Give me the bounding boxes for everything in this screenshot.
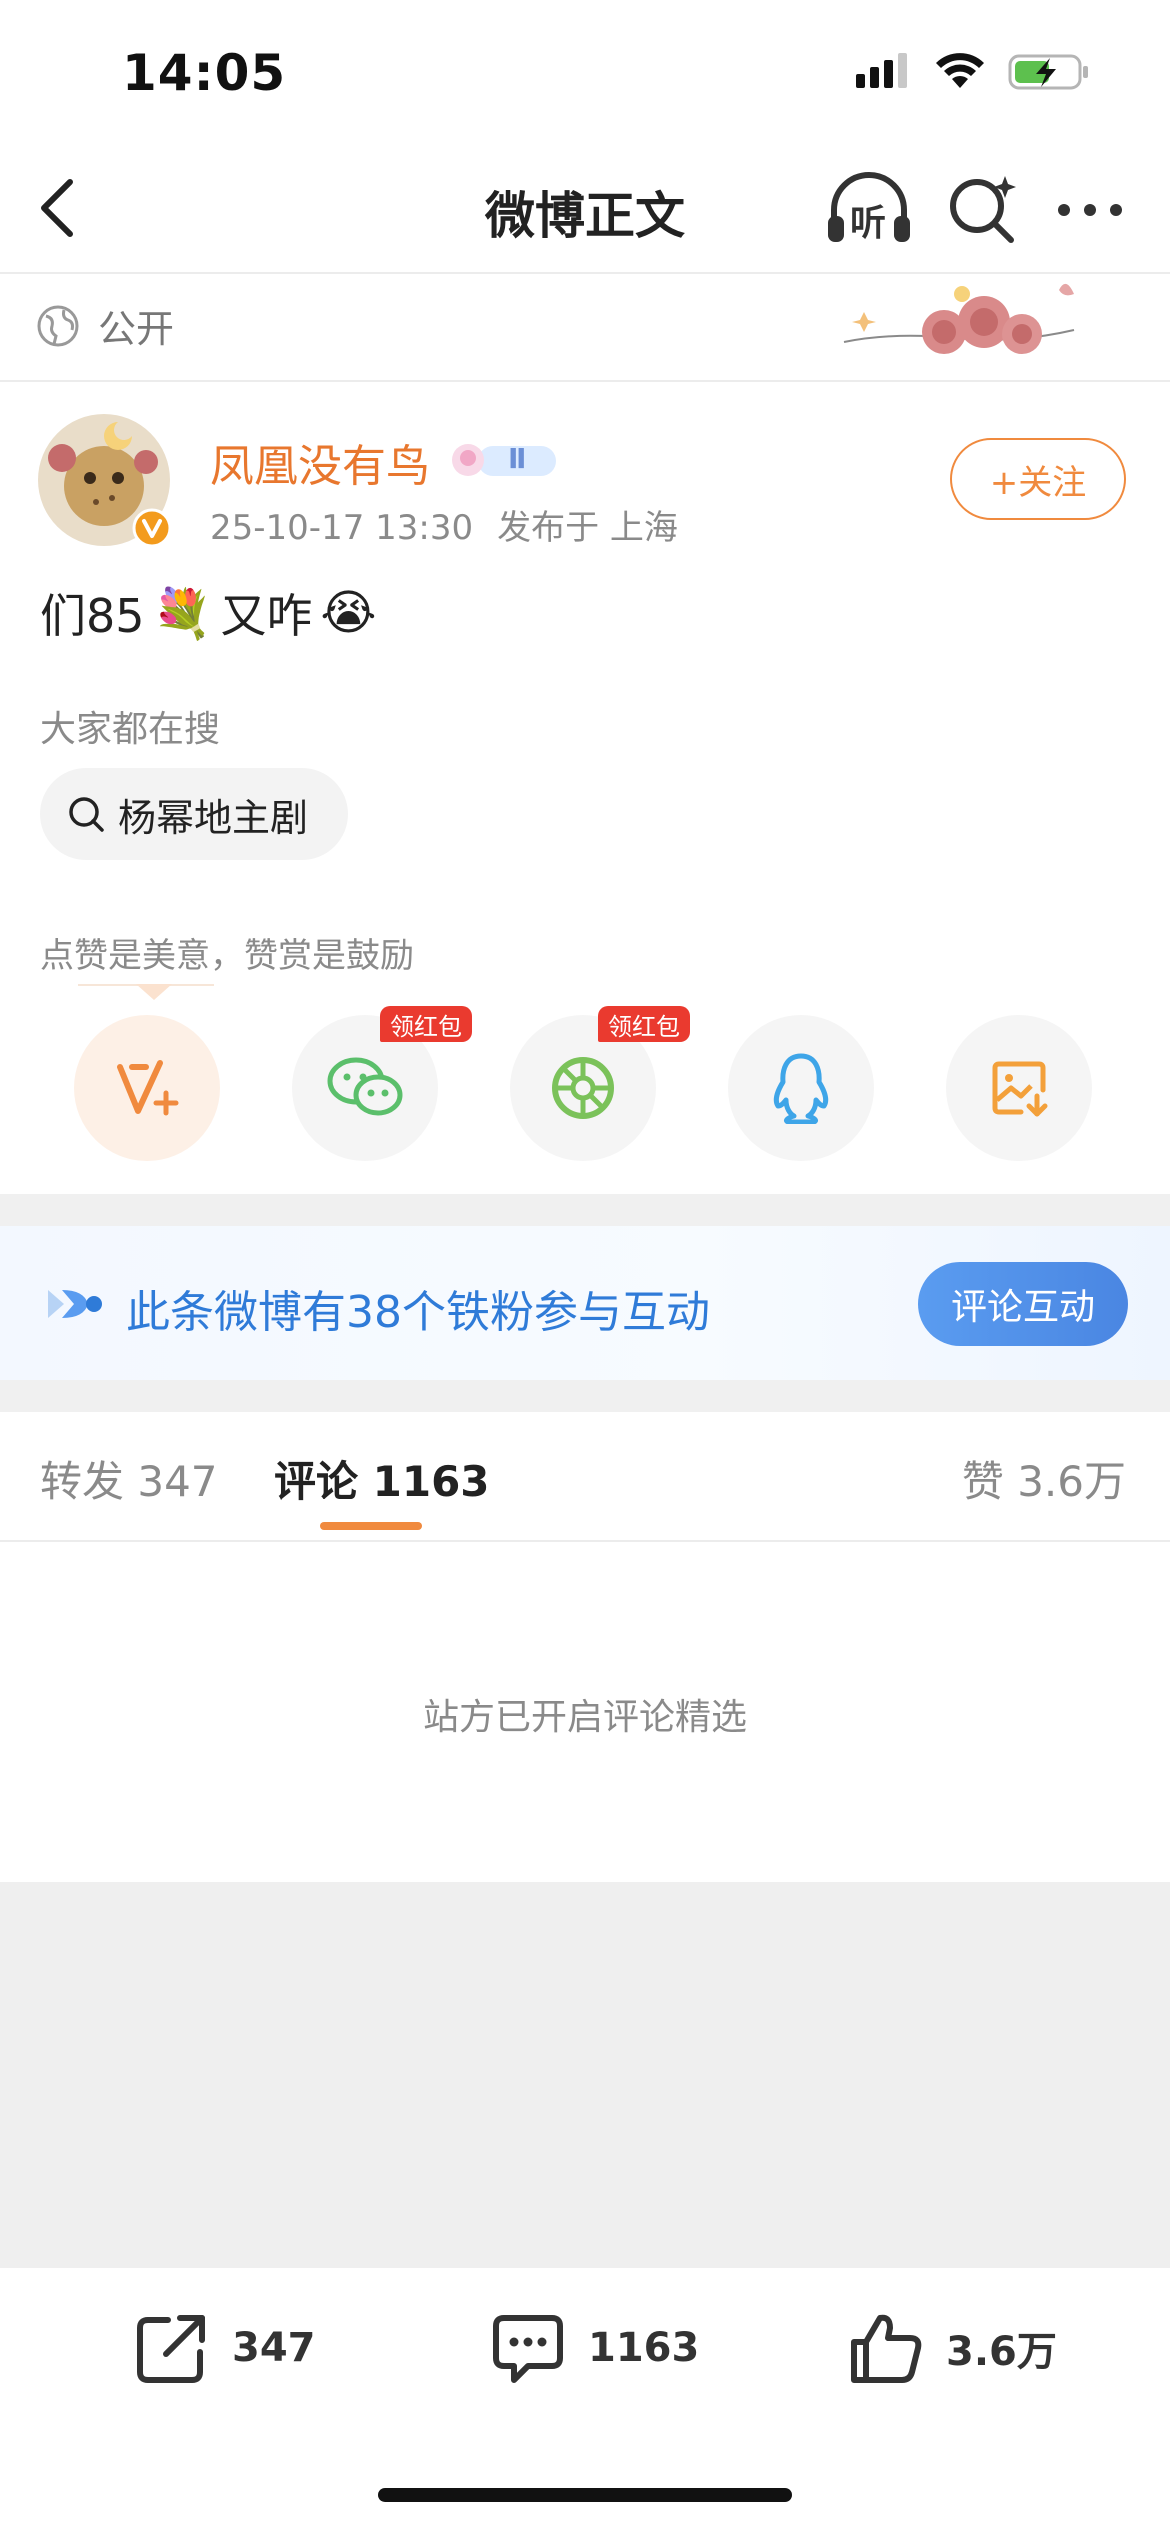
avatar[interactable] xyxy=(36,412,172,548)
comment-selection-note: 站方已开启评论精选 xyxy=(422,1697,747,1738)
rose-decoration-icon xyxy=(843,283,1075,354)
comment-icon xyxy=(493,2315,563,2383)
save-image-icon xyxy=(992,1061,1048,1117)
thumbs-up-icon xyxy=(851,2314,922,2383)
wifi-icon xyxy=(936,53,984,88)
verified-badge-icon xyxy=(132,508,172,548)
author-name[interactable]: 凤凰没有鸟 xyxy=(210,430,430,494)
active-tab-indicator xyxy=(320,1522,422,1530)
vplus-reward-button[interactable] xyxy=(74,1015,220,1161)
tab-likes[interactable]: 赞 3.6万 xyxy=(962,1448,1126,1509)
post-text: 们85 💐 又咋 😭 xyxy=(40,580,376,646)
cellular-signal-icon xyxy=(856,53,907,88)
comment-action[interactable]: 1163 xyxy=(490,2308,699,2388)
vplus-icon xyxy=(117,1060,179,1116)
tab-comments[interactable]: 评论 1163 xyxy=(274,1448,490,1509)
tip-arrow xyxy=(136,984,172,1000)
share-qq-button[interactable] xyxy=(728,1015,874,1161)
moments-icon xyxy=(552,1057,614,1119)
fans-arrows-icon xyxy=(48,1290,102,1318)
search-icon xyxy=(69,797,104,832)
member-badge-icon xyxy=(452,444,556,476)
like-count: 3.6万 xyxy=(946,2329,1057,2375)
like-action[interactable]: 3.6万 xyxy=(848,2308,1057,2388)
search-sparkle-icon[interactable] xyxy=(945,172,1019,246)
post-text-part-1: 们85 xyxy=(40,589,145,643)
save-image-button[interactable] xyxy=(946,1015,1092,1161)
qq-penguin-icon xyxy=(773,1053,829,1124)
fans-banner-text: 此条微博有38个铁粉参与互动 xyxy=(126,1287,710,1338)
empty-area xyxy=(0,1882,1170,2268)
post-location: 发布于 上海 xyxy=(497,508,678,548)
battery-charging-icon xyxy=(1008,54,1088,90)
status-time: 14:05 xyxy=(122,44,287,102)
section-gap xyxy=(0,1194,1170,1226)
more-icon[interactable] xyxy=(1054,182,1126,238)
visibility-label: 公开 xyxy=(98,307,175,351)
comment-interact-button[interactable]: 评论互动 xyxy=(918,1262,1128,1346)
repost-action[interactable]: 347 xyxy=(134,2308,316,2388)
section-gap xyxy=(0,1380,1170,1412)
moments-red-packet-badge: 领红包 xyxy=(598,1006,690,1042)
wechat-red-packet-badge: 领红包 xyxy=(380,1006,472,1042)
crying-emoji: 😭 xyxy=(320,585,377,641)
follow-button[interactable]: +关注 xyxy=(950,438,1126,520)
section-divider xyxy=(0,380,1170,382)
member-level-label: Ⅱ xyxy=(508,442,527,475)
post-meta: 25-10-17 13:30 发布于 上海 xyxy=(210,500,678,549)
reward-text: 点赞是美意，赞赏是鼓励 xyxy=(40,936,414,976)
globe-icon xyxy=(37,305,79,346)
post-text-part-2: 又咋 xyxy=(220,589,313,643)
wechat-icon xyxy=(327,1057,403,1116)
visibility-row: 公开 xyxy=(36,298,174,353)
hot-search-label: 大家都在搜 xyxy=(40,709,221,750)
tab-repost[interactable]: 转发 347 xyxy=(40,1448,218,1509)
repost-count: 347 xyxy=(232,2325,316,2371)
member-level-badge[interactable]: Ⅱ xyxy=(448,438,560,482)
status-icons xyxy=(854,52,1090,92)
tabs-divider xyxy=(0,1540,1170,1542)
listen-button[interactable]: 听 xyxy=(824,170,914,250)
hot-search-chip[interactable]: 杨幂地主剧 xyxy=(40,768,349,860)
post-time: 25-10-17 13:30 xyxy=(210,508,474,548)
repost-icon xyxy=(137,2315,205,2383)
listen-label: 听 xyxy=(850,203,887,244)
flowers-emoji: 💐 xyxy=(152,585,213,642)
home-indicator xyxy=(378,2488,792,2502)
hot-search-query: 杨幂地主剧 xyxy=(118,795,309,840)
comment-count: 1163 xyxy=(588,2325,700,2371)
